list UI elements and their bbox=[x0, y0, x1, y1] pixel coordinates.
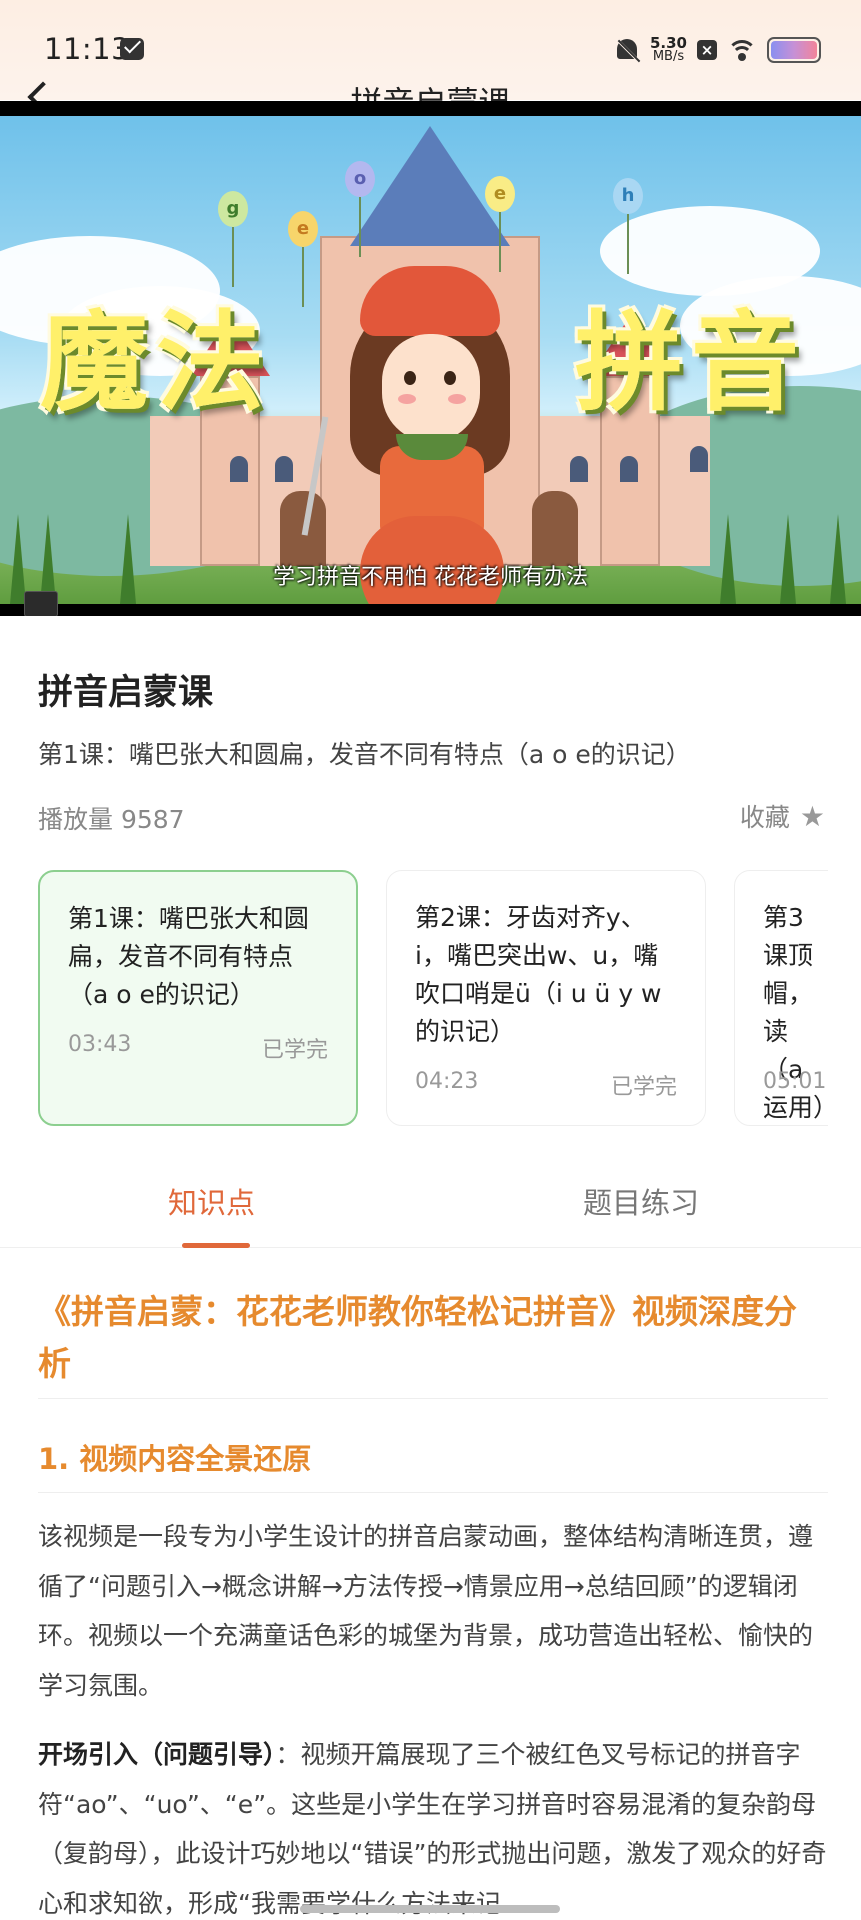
lesson-card-meta: 03:43 已学完 bbox=[68, 1032, 328, 1064]
divider bbox=[38, 1398, 828, 1399]
lesson-card-title: 第2课：牙齿对齐y、i，嘴巴突出w、u，嘴吹口哨是ü（i u ü y w的识记） bbox=[415, 903, 662, 1046]
girl-cheek bbox=[398, 394, 416, 404]
castle-window bbox=[570, 456, 588, 482]
current-lesson-title: 第1课：嘴巴张大和圆扁，发音不同有特点（a o e的识记） bbox=[38, 740, 691, 769]
play-count: 播放量 9587 bbox=[38, 805, 185, 834]
content-tabs: 知识点 题目练习 bbox=[0, 1160, 861, 1248]
battery-icon bbox=[767, 37, 821, 63]
lesson-card-meta: 05:01 bbox=[763, 1069, 827, 1094]
net-speed-unit: MB/s bbox=[652, 49, 685, 64]
favorite-button[interactable]: 收藏 ★ bbox=[740, 798, 825, 834]
video-frame[interactable]: g e o e h 魔法 拼音 bbox=[0, 116, 861, 604]
video-word-right: 拼音 bbox=[575, 301, 808, 426]
star-icon: ★ bbox=[799, 799, 825, 833]
castle-window bbox=[690, 446, 708, 472]
lesson-status: 已学完 bbox=[261, 1038, 328, 1063]
girl-eye bbox=[404, 371, 416, 385]
lesson-duration: 03:43 bbox=[68, 1032, 132, 1057]
lesson-duration: 04:23 bbox=[415, 1069, 479, 1094]
girl-hat bbox=[360, 266, 500, 336]
castle-window bbox=[230, 456, 248, 482]
message-icon bbox=[120, 38, 144, 60]
home-indicator[interactable] bbox=[300, 1905, 560, 1913]
balloon: e bbox=[485, 176, 515, 272]
caption-badge-icon[interactable] bbox=[24, 591, 58, 616]
lesson-list[interactable]: 第1课：嘴巴张大和圆扁，发音不同有特点（a o e的识记） 03:43 已学完 … bbox=[38, 870, 828, 1128]
tab-practice[interactable]: 题目练习 bbox=[583, 1180, 699, 1222]
lesson-card-title: 第1课：嘴巴张大和圆扁，发音不同有特点（a o e的识记） bbox=[68, 904, 309, 1009]
divider bbox=[38, 1492, 828, 1493]
tab-knowledge-points[interactable]: 知识点 bbox=[168, 1180, 255, 1222]
balloon: h bbox=[613, 178, 643, 274]
article-title: 《拼音启蒙：花花老师教你轻松记拼音》视频深度分析 bbox=[38, 1292, 797, 1383]
wifi-icon bbox=[727, 38, 757, 62]
castle-window bbox=[620, 456, 638, 482]
balloon: o bbox=[345, 161, 375, 257]
balloon: e bbox=[288, 211, 318, 307]
status-icons: 5.30 MB/s × bbox=[614, 32, 821, 68]
x-box-icon: × bbox=[697, 40, 717, 60]
status-time: 11:13 bbox=[44, 32, 131, 66]
lesson-card[interactable]: 第2课：牙齿对齐y、i，嘴巴突出w、u，嘴吹口哨是ü（i u ü y w的识记）… bbox=[386, 870, 706, 1126]
girl-face bbox=[382, 334, 480, 442]
video-subtitle: 学习拼音不用怕 花花老师有办法 bbox=[273, 565, 588, 590]
lesson-card[interactable]: 第1课：嘴巴张大和圆扁，发音不同有特点（a o e的识记） 03:43 已学完 bbox=[38, 870, 358, 1126]
net-speed: 5.30 MB/s bbox=[650, 36, 687, 64]
tab-active-indicator bbox=[182, 1243, 250, 1248]
course-title: 拼音启蒙课 bbox=[38, 673, 214, 713]
favorite-label: 收藏 bbox=[739, 803, 790, 832]
lesson-card-meta: 04:23 已学完 bbox=[415, 1069, 677, 1101]
balloon: g bbox=[218, 191, 248, 287]
lesson-duration: 05:01 bbox=[763, 1069, 827, 1094]
video-word-left: 魔法 bbox=[40, 301, 273, 426]
lesson-status: 已学完 bbox=[610, 1075, 677, 1100]
bell-off-icon bbox=[614, 37, 641, 63]
castle-window bbox=[275, 456, 293, 482]
castle-door bbox=[532, 491, 578, 566]
girl-eye bbox=[444, 371, 456, 385]
lesson-card[interactable]: 第3课顶帽，读（a运用） 05:01 bbox=[734, 870, 828, 1126]
section-title: 1. 视频内容全景还原 bbox=[38, 1442, 312, 1476]
paragraph-lead: 开场引入（问题引导） bbox=[38, 1740, 276, 1769]
girl-cheek bbox=[448, 394, 466, 404]
article-paragraph: 开场引入（问题引导）：视频开篇展现了三个被红色叉号标记的拼音字符“ao”、“uo… bbox=[38, 1730, 828, 1920]
article-paragraph: 该视频是一段专为小学生设计的拼音启蒙动画，整体结构清晰连贯，遵循了“问题引入→概… bbox=[38, 1522, 814, 1700]
video-player[interactable]: g e o e h 魔法 拼音 bbox=[0, 101, 861, 616]
